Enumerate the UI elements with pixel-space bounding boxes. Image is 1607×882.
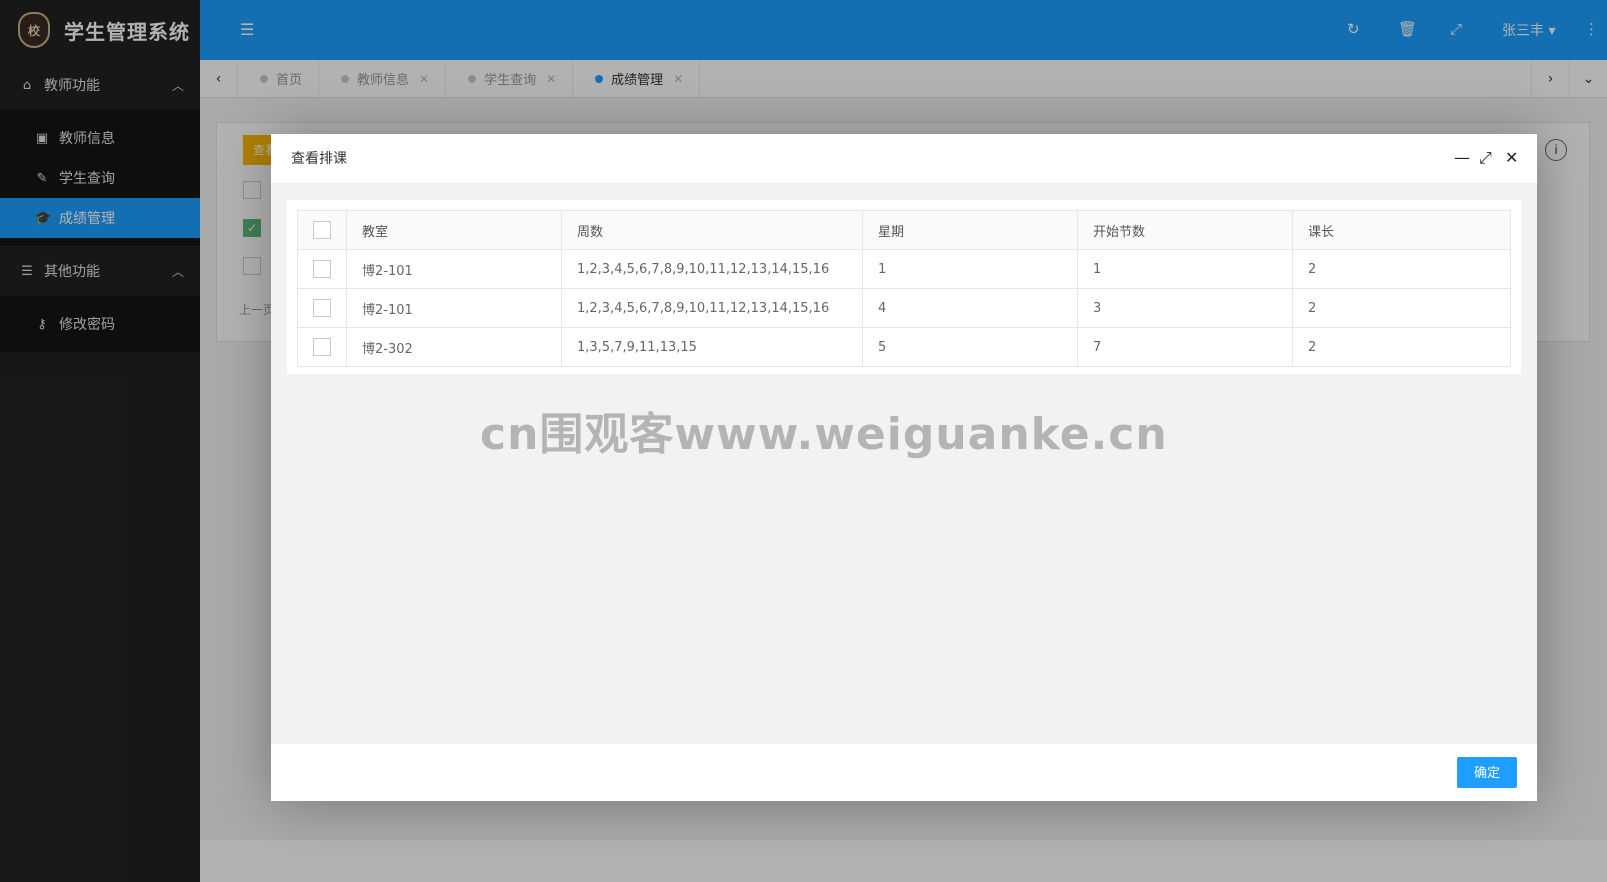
header-checkbox-cell — [297, 210, 347, 250]
table-row[interactable]: 博2-302 1,3,5,7,9,11,13,15 5 7 2 — [297, 327, 1511, 367]
maximize-icon[interactable]: ⤢ — [1479, 148, 1492, 168]
cell-weeks: 1,3,5,7,9,11,13,15 — [561, 327, 863, 367]
confirm-button[interactable]: 确定 — [1457, 757, 1517, 788]
column-header[interactable]: 开始节数 — [1077, 210, 1293, 250]
schedule-table-card: 教室 周数 星期 开始节数 课长 博2-101 1,2,3,4,5,6,7,8,… — [287, 200, 1521, 374]
cell-weekday: 1 — [862, 249, 1078, 289]
column-header[interactable]: 周数 — [561, 210, 863, 250]
cell-classroom: 博2-101 — [346, 288, 562, 328]
minimize-icon[interactable]: — — [1454, 148, 1470, 167]
cell-weeks: 1,2,3,4,5,6,7,8,9,10,11,12,13,14,15,16 — [561, 249, 863, 289]
cell-weeks: 1,2,3,4,5,6,7,8,9,10,11,12,13,14,15,16 — [561, 288, 863, 328]
close-icon[interactable]: ✕ — [1505, 148, 1518, 167]
cell-start-period: 1 — [1077, 249, 1293, 289]
cell-weekday: 5 — [862, 327, 1078, 367]
row-checkbox-cell — [297, 288, 347, 328]
table-row[interactable]: 博2-101 1,2,3,4,5,6,7,8,9,10,11,12,13,14,… — [297, 288, 1511, 328]
row-checkbox[interactable] — [313, 338, 331, 356]
row-checkbox[interactable] — [313, 260, 331, 278]
cell-classroom: 博2-101 — [346, 249, 562, 289]
row-checkbox-cell — [297, 249, 347, 289]
schedule-table: 教室 周数 星期 开始节数 课长 博2-101 1,2,3,4,5,6,7,8,… — [297, 210, 1511, 367]
column-header[interactable]: 课长 — [1292, 210, 1511, 250]
column-header[interactable]: 星期 — [862, 210, 1078, 250]
schedule-modal: 查看排课 — ⤢ ✕ 教室 周数 星期 开始节数 课长 博2-101 1,2,3… — [271, 134, 1537, 801]
select-all-checkbox[interactable] — [313, 221, 331, 239]
column-header[interactable]: 教室 — [346, 210, 562, 250]
modal-footer: 确定 — [271, 744, 1537, 801]
row-checkbox[interactable] — [313, 299, 331, 317]
cell-weekday: 4 — [862, 288, 1078, 328]
watermark-text: cn围观客www.weiguanke.cn — [480, 409, 1168, 460]
cell-start-period: 3 — [1077, 288, 1293, 328]
cell-length: 2 — [1292, 327, 1511, 367]
table-header-row: 教室 周数 星期 开始节数 课长 — [297, 210, 1511, 250]
modal-body: 教室 周数 星期 开始节数 课长 博2-101 1,2,3,4,5,6,7,8,… — [271, 184, 1537, 744]
cell-length: 2 — [1292, 249, 1511, 289]
modal-title: 查看排课 — [271, 134, 1537, 184]
table-row[interactable]: 博2-101 1,2,3,4,5,6,7,8,9,10,11,12,13,14,… — [297, 249, 1511, 289]
cell-classroom: 博2-302 — [346, 327, 562, 367]
row-checkbox-cell — [297, 327, 347, 367]
cell-length: 2 — [1292, 288, 1511, 328]
cell-start-period: 7 — [1077, 327, 1293, 367]
